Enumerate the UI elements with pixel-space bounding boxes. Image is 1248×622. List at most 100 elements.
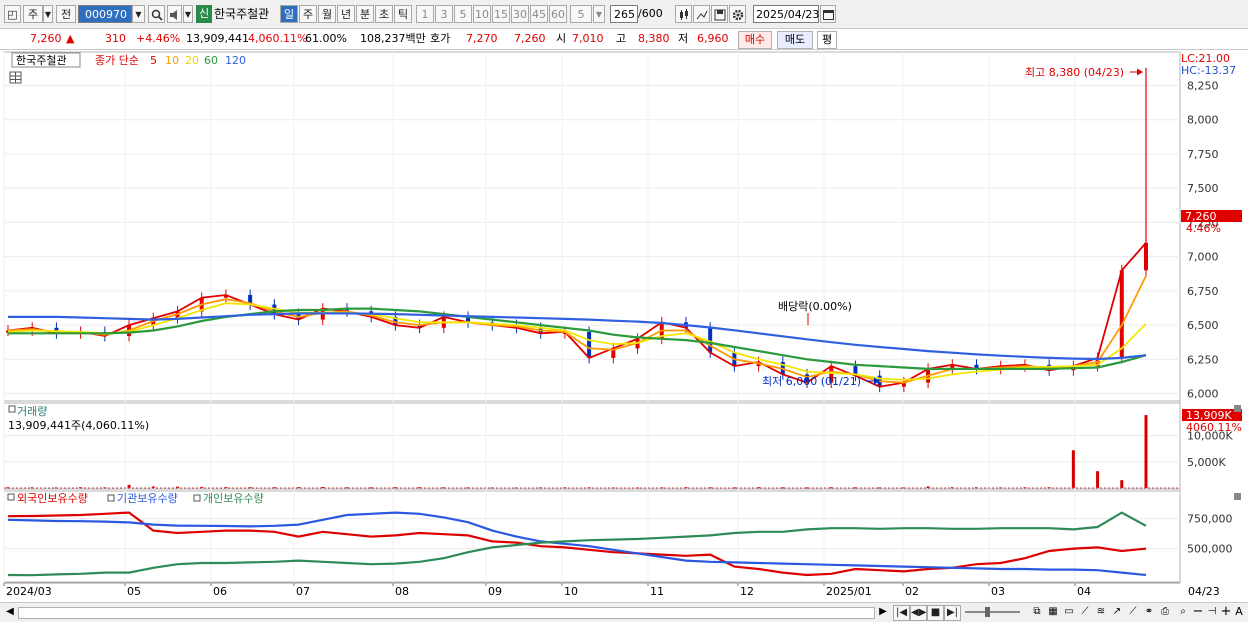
period-week[interactable]: 주 xyxy=(299,5,317,23)
turnover-pct: 61.00% xyxy=(305,32,347,45)
period-tick[interactable]: 틱 xyxy=(394,5,412,23)
open-value: 7,010 xyxy=(572,32,604,45)
bid-value: 7,270 xyxy=(466,32,498,45)
interval-60[interactable]: 60 xyxy=(549,5,567,23)
price-y-tick: 6,750 xyxy=(1187,285,1219,298)
count-input[interactable]: 265 xyxy=(610,5,638,23)
crosshair-icon[interactable] xyxy=(693,5,710,23)
eval-button[interactable]: 평 xyxy=(817,31,837,49)
interval-45[interactable]: 45 xyxy=(530,5,548,23)
x-axis-label: 03 xyxy=(991,585,1005,598)
chevron-down-icon[interactable]: ▼ xyxy=(183,5,193,23)
price-y-tick: 6,250 xyxy=(1187,353,1219,366)
zoom-search-icon[interactable]: ⌕ xyxy=(1176,605,1190,619)
zoom-out-button[interactable]: − xyxy=(1192,605,1204,619)
interval-1[interactable]: 1 xyxy=(416,5,434,23)
tool-line-icon[interactable]: ⟋ xyxy=(1126,605,1140,619)
stock-code-input[interactable]: 000970 xyxy=(78,5,132,23)
tool-fib-icon[interactable]: ≋ xyxy=(1094,605,1108,619)
font-size-button[interactable]: A xyxy=(1233,605,1245,619)
up-arrow-icon: ▲ xyxy=(66,32,75,45)
legend-ma60: 60 xyxy=(204,54,218,67)
high-annotation: 최고 8,380 (04/23) xyxy=(1025,66,1124,79)
chevron-down-icon[interactable]: ▼ xyxy=(132,5,145,23)
checkbox-icon[interactable] xyxy=(7,493,15,501)
price-y-tick: 7,500 xyxy=(1187,182,1219,195)
interval-3[interactable]: 3 xyxy=(435,5,453,23)
tool-copy-icon[interactable]: ⧉ xyxy=(1030,605,1044,619)
period-day[interactable]: 일 xyxy=(280,5,298,23)
volume-tag-pct: 4060.11% xyxy=(1186,421,1242,434)
interval-5[interactable]: 5 xyxy=(454,5,472,23)
x-axis-label: 04 xyxy=(1077,585,1091,598)
x-axis-label: 12 xyxy=(740,585,754,598)
speaker-icon[interactable] xyxy=(167,5,182,23)
step-button[interactable]: ◀▶ xyxy=(910,605,927,621)
legend-ma-label: 종가 단순 xyxy=(95,54,139,67)
scroll-left-icon[interactable]: ◀ xyxy=(4,605,16,619)
bottom-scrollbar: ◀ ▶ |◀ ◀▶ ■ ▶| ⧉ ▦ ▭ ⟋ ≋ ↗ ⟋ ⚭ ⎙ ⌕ − ⊣ +… xyxy=(0,602,1248,622)
tool-print-icon[interactable]: ⎙ xyxy=(1158,605,1172,619)
legend-individual: 개인보유수량 xyxy=(203,492,264,505)
tool-window-icon[interactable]: ▭ xyxy=(1062,605,1076,619)
volume-bar xyxy=(1096,471,1100,488)
chevron-down-icon[interactable]: ▼ xyxy=(593,5,605,23)
zoom-in-button[interactable]: + xyxy=(1220,605,1232,619)
pane-close-icon[interactable] xyxy=(1234,405,1241,412)
date-input[interactable]: 2025/04/23 xyxy=(753,5,819,23)
checkbox-icon[interactable] xyxy=(8,405,16,413)
settings-icon[interactable] xyxy=(729,5,746,23)
stock-name: 한국주철관 xyxy=(214,7,270,21)
tool-trend-icon[interactable]: ↗ xyxy=(1110,605,1124,619)
chevron-down-icon[interactable]: ▼ xyxy=(43,5,53,23)
volume-readout: 13,909,441주(4,060.11%) xyxy=(8,419,149,432)
magnifier-icon[interactable] xyxy=(148,5,165,23)
interval-10[interactable]: 10 xyxy=(473,5,491,23)
interval-15[interactable]: 15 xyxy=(492,5,510,23)
last-page-button[interactable]: ▶| xyxy=(944,605,961,621)
market-type-select[interactable]: 주 xyxy=(23,5,43,23)
tool-draw-icon[interactable]: ⟋ xyxy=(1078,605,1092,619)
sell-button[interactable]: 매도 xyxy=(777,31,813,49)
holdings-line-1 xyxy=(7,511,1147,577)
holdings-line-0 xyxy=(7,511,1147,577)
period-month[interactable]: 월 xyxy=(318,5,336,23)
checkbox-icon[interactable] xyxy=(107,494,115,502)
low-value: 6,960 xyxy=(697,32,729,45)
chart-area[interactable]: 8,250 8,000 7,750 7,500 7,250 7,000 6,750 6,500… xyxy=(0,50,1248,621)
ask-value: 7,260 xyxy=(514,32,546,45)
bid-label: 호가 xyxy=(430,32,451,45)
stop-button[interactable]: ■ xyxy=(927,605,944,621)
period-year[interactable]: 년 xyxy=(337,5,355,23)
period-second[interactable]: 초 xyxy=(375,5,393,23)
high-label: 고 xyxy=(616,32,627,45)
scroll-track[interactable] xyxy=(18,607,875,619)
calendar-icon[interactable] xyxy=(820,5,836,23)
prev-button[interactable]: 전 xyxy=(56,5,76,23)
fit-button[interactable]: ⊣ xyxy=(1206,605,1218,619)
volume-pane-frame xyxy=(3,402,1181,490)
checkbox-icon[interactable] xyxy=(193,494,201,502)
tool-link-icon[interactable]: ⚭ xyxy=(1142,605,1156,619)
zoom-slider-handle[interactable] xyxy=(985,607,990,617)
period-minute[interactable]: 분 xyxy=(356,5,374,23)
price-y-tick: 7,750 xyxy=(1187,148,1219,161)
custom-interval-select[interactable]: 5 xyxy=(570,5,592,23)
tool-layout-icon[interactable]: ▦ xyxy=(1046,605,1060,619)
interval-30[interactable]: 30 xyxy=(511,5,529,23)
buy-button[interactable]: 매수 xyxy=(738,31,772,49)
volume-bar xyxy=(1120,480,1124,488)
pane-close-icon[interactable] xyxy=(1234,493,1241,500)
window-menu-icon[interactable]: ◰ xyxy=(4,5,21,23)
candle-type-icon[interactable] xyxy=(675,5,692,23)
save-icon[interactable] xyxy=(711,5,728,23)
x-axis-label: 10 xyxy=(564,585,578,598)
first-page-button[interactable]: |◀ xyxy=(893,605,910,621)
zoom-slider[interactable] xyxy=(965,611,1020,613)
price-y-tick: 6,000 xyxy=(1187,388,1219,401)
chart-canvas[interactable]: 8,2508,0007,7507,5007,2507,0006,7506,500… xyxy=(0,50,1248,602)
scroll-right-icon[interactable]: ▶ xyxy=(877,605,889,619)
x-axis-right-label: 04/23 xyxy=(1188,585,1220,598)
legend-stock-name: 한국주철관 xyxy=(16,54,67,67)
volume-bar xyxy=(1144,415,1148,488)
